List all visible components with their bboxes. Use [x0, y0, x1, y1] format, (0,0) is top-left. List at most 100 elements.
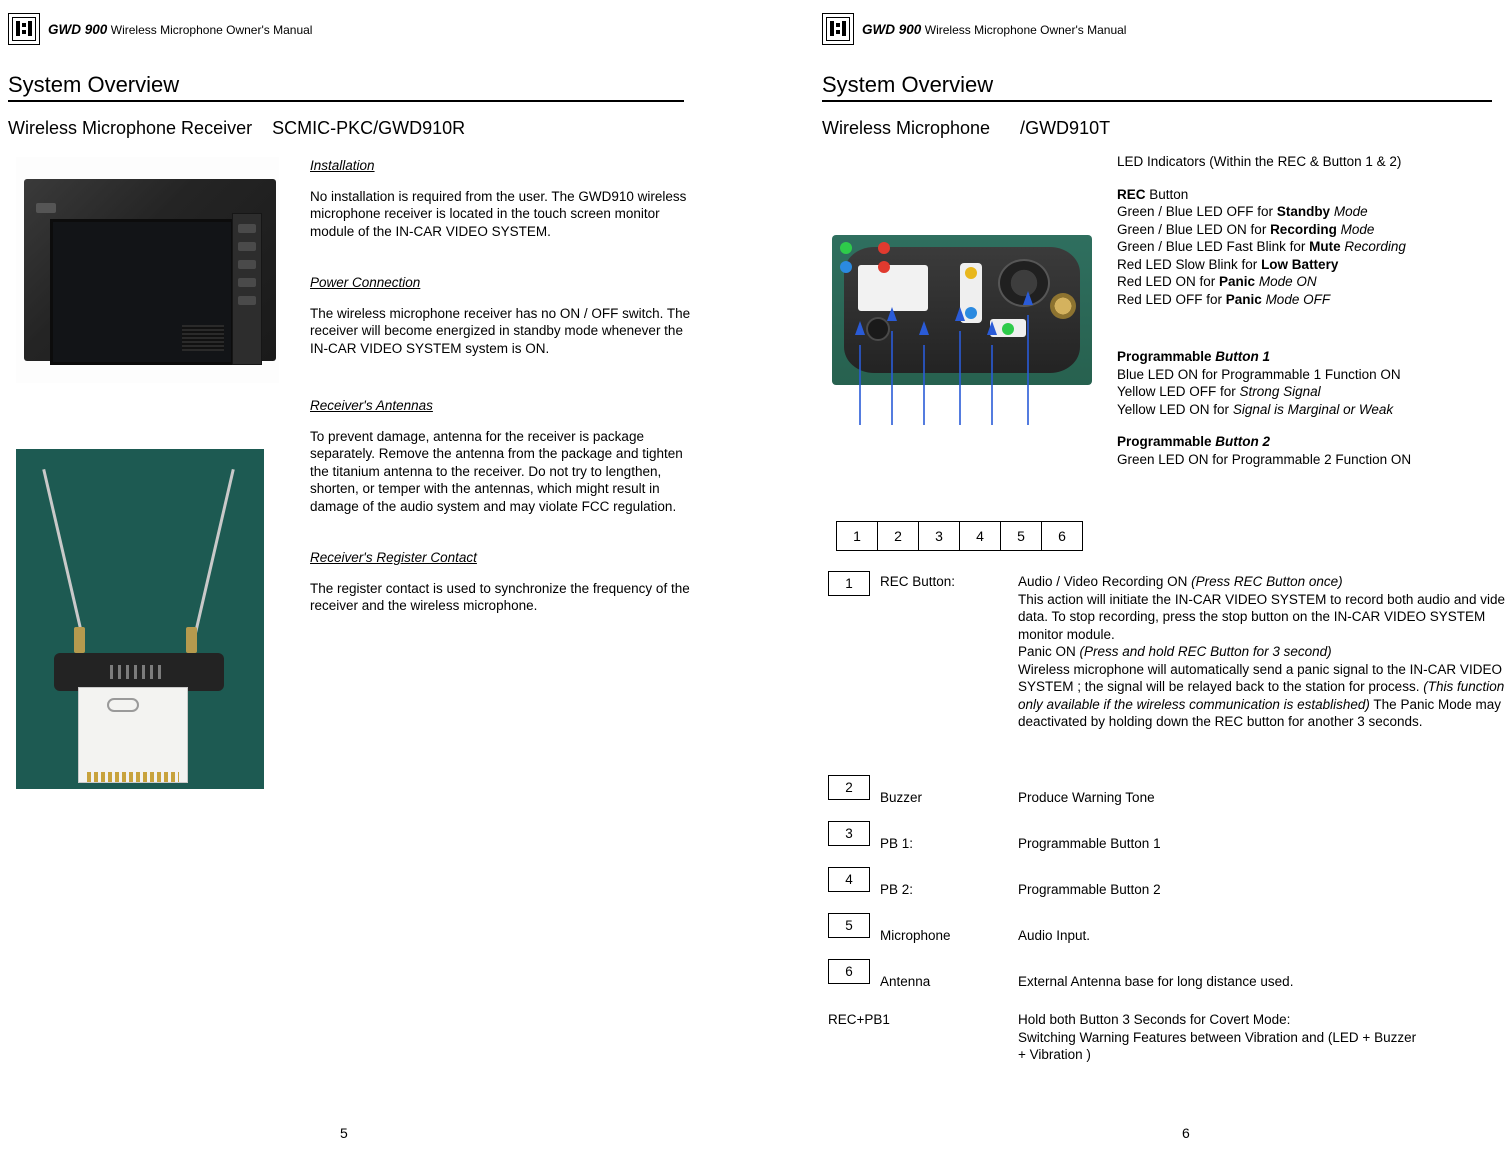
block-power-connection: Power Connection The wireless microphone…: [310, 274, 700, 357]
device-logo-icon: [8, 13, 40, 45]
block-heading: Power Connection: [310, 275, 421, 290]
callout-number: 2: [878, 522, 919, 550]
led-line-italic: Recording: [1340, 239, 1406, 254]
function-row-pb1: 3 PB 1: Programmable Button 1: [822, 821, 1505, 859]
function-row-antenna: 6 Antenna External Antenna base for long…: [822, 959, 1505, 997]
function-row-rec-pb1: REC+PB1 Hold both Button 3 Seconds for C…: [822, 1011, 1505, 1081]
page-number-left: 5: [340, 1125, 348, 1141]
led-block-title: LED Indicators (Within the REC & Button …: [1117, 154, 1402, 169]
pb2-heading-italic: Button 2: [1215, 434, 1271, 449]
pb1-heading-italic: Button 1: [1215, 349, 1271, 364]
device-logo-icon: [822, 13, 854, 45]
led-line-plain: Blue LED ON for Programmable 1 Function …: [1117, 366, 1401, 382]
callout-tag: 2: [828, 775, 870, 800]
rec-heading-bold: REC: [1117, 186, 1146, 202]
page-title-left: System Overview: [8, 72, 180, 97]
pb1-led-line: Yellow LED ON for Signal is Marginal or …: [1117, 401, 1505, 419]
block-receivers-register-contact: Receiver's Register Contact The register…: [310, 549, 700, 615]
function-description: Hold both Button 3 Seconds for Covert Mo…: [1018, 1012, 1417, 1062]
led-line-bold: Mute: [1309, 239, 1341, 254]
led-line-bold: Low Battery: [1261, 256, 1339, 272]
rec-heading-rest: Button: [1145, 186, 1189, 202]
led-line-plain: Red LED OFF for: [1117, 291, 1226, 307]
right-content: 1 2 3 4 5 6 LED Indicators (Within the R…: [822, 153, 1505, 1062]
block-text: To prevent damage, antenna for the recei…: [310, 428, 683, 514]
led-line-plain: Yellow LED OFF for: [1117, 384, 1240, 399]
page-right: GWD 900 Wireless Microphone Owner's Manu…: [752, 0, 1505, 1151]
pb1-heading: Programmable Button 1: [1117, 348, 1505, 366]
function-description: Produce Warning Tone: [1018, 790, 1155, 805]
pb1-led-line: Yellow LED OFF for Strong Signal: [1117, 383, 1505, 401]
rec-led-line: Red LED ON for Panic Mode ON: [1117, 273, 1505, 291]
led-line-plain: Green / Blue LED OFF for: [1117, 204, 1277, 219]
function-label: Microphone: [880, 928, 951, 943]
led-line-italic: Mode: [1336, 221, 1375, 237]
title-rule-right: [822, 100, 1492, 102]
callout-number: 4: [960, 522, 1001, 550]
block-installation: Installation No installation is required…: [310, 157, 700, 240]
led-line-italic: Mode ON: [1255, 274, 1317, 289]
rec-led-line: Red LED OFF for Panic Mode OFF: [1117, 291, 1505, 309]
function-label: Antenna: [880, 974, 931, 989]
pb2-heading-bold: Programmable: [1117, 434, 1216, 449]
rec-led-line: Green / Blue LED ON for Recording Mode: [1117, 221, 1505, 239]
function-rows: 1 REC Button: Audio / Video Recording ON…: [822, 571, 1505, 1089]
desc-part-italic: (Press REC Button once): [1191, 574, 1343, 589]
led-indicator-block: LED Indicators (Within the REC & Button …: [1117, 153, 1505, 468]
callout-tag: 4: [828, 867, 870, 892]
callout-tag: 1: [828, 571, 870, 596]
desc-part: Audio / Video Recording ON: [1018, 574, 1192, 589]
rec-led-line: Green / Blue LED Fast Blink for Mute Rec…: [1117, 238, 1505, 256]
function-row-rec: 1 REC Button: Audio / Video Recording ON…: [822, 571, 1505, 767]
pb2-led-line: Green LED ON for Programmable 2 Function…: [1117, 451, 1505, 469]
led-line-italic: Mode OFF: [1261, 291, 1331, 307]
rec-button-heading: REC Button: [1117, 186, 1505, 204]
block-text: The register contact is used to synchron…: [310, 580, 690, 614]
rec-led-line: Red LED Slow Blink for Low Battery: [1117, 256, 1505, 274]
led-line-bold: Panic: [1219, 274, 1256, 289]
page-left: GWD 900 Wireless Microphone Owner's Manu…: [0, 0, 752, 1151]
led-line-italic: Mode: [1330, 204, 1368, 219]
receiver-monitor-photo: [16, 157, 279, 383]
callout-number: 3: [919, 522, 960, 550]
subheading-right: Wireless Microphone /GWD910T: [822, 118, 1111, 138]
callout-arrows: [855, 291, 1033, 425]
page-title-right: System Overview: [822, 72, 994, 97]
led-line-plain: Green / Blue LED Fast Blink for: [1117, 239, 1310, 254]
callout-number-bar: 1 2 3 4 5 6: [836, 521, 1083, 551]
callout-number: 6: [1058, 528, 1066, 544]
led-line-bold: Panic: [1225, 291, 1262, 307]
receiver-antenna-photo: [16, 449, 264, 789]
pb2-heading: Programmable Button 2: [1117, 433, 1505, 451]
rec-led-line: Green / Blue LED OFF for Standby Mode: [1117, 203, 1505, 221]
led-line-italic: Signal is Marginal or Weak: [1232, 401, 1394, 417]
function-row-buzzer: 2 Buzzer Produce Warning Tone: [822, 775, 1505, 813]
block-heading: Receiver's Antennas: [310, 398, 433, 413]
subheading-left: Wireless Microphone Receiver SCMIC-PKC/G…: [8, 118, 466, 138]
function-label: REC Button:: [880, 574, 956, 589]
led-line-plain: Red LED Slow Blink for: [1117, 256, 1262, 272]
page-header-right: GWD 900 Wireless Microphone Owner's Manu…: [822, 10, 1485, 48]
manual-model-right: GWD 900: [862, 21, 922, 37]
left-text-column: Installation No installation is required…: [310, 157, 700, 649]
block-heading: Receiver's Register Contact: [310, 550, 477, 565]
function-label: Buzzer: [880, 790, 923, 805]
function-label: PB 1:: [880, 836, 914, 851]
callout-number: 5: [1001, 522, 1042, 550]
title-rule-left: [8, 100, 684, 102]
function-description: Programmable Button 2: [1018, 882, 1161, 897]
function-label: PB 2:: [880, 882, 914, 897]
led-line-plain: Green LED ON for Programmable 2 Function…: [1117, 451, 1412, 467]
pb1-heading-bold: Programmable: [1117, 349, 1216, 364]
function-row-microphone: 5 Microphone Audio Input.: [822, 913, 1505, 951]
function-description: Audio Input.: [1018, 928, 1091, 943]
block-text: The wireless microphone receiver has no …: [310, 305, 691, 356]
callout-tag: 6: [828, 959, 870, 984]
manual-subtitle-right: Wireless Microphone Owner's Manual: [924, 22, 1127, 37]
pb1-led-line: Blue LED ON for Programmable 1 Function …: [1117, 366, 1505, 384]
led-line-bold: Recording: [1270, 221, 1337, 237]
led-line-plain: Green / Blue LED ON for: [1117, 221, 1271, 237]
function-description: Audio / Video Recording ON (Press REC Bu…: [1018, 573, 1505, 731]
block-heading: Installation: [310, 158, 375, 173]
callout-tag: 3: [828, 821, 870, 846]
